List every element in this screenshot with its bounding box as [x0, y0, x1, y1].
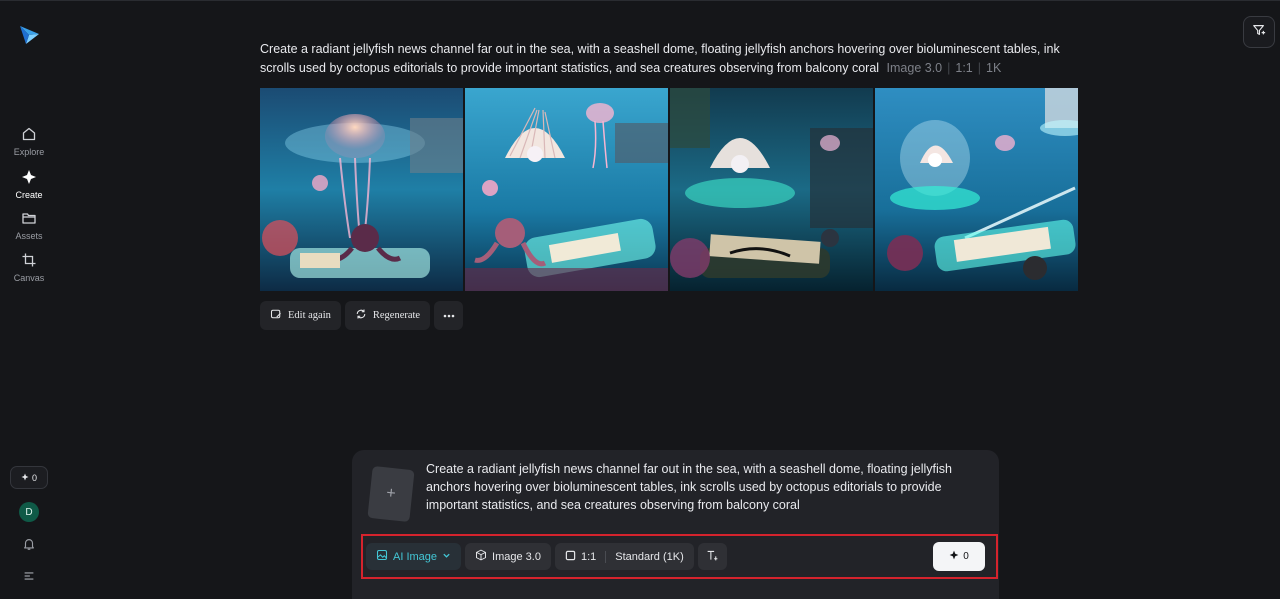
ratio-tag: 1:1 [955, 61, 973, 75]
generated-image[interactable] [465, 88, 668, 291]
sidebar-item-canvas[interactable]: Canvas [0, 251, 58, 283]
bell-icon[interactable] [20, 535, 38, 553]
edit-again-button[interactable]: Edit again [260, 301, 341, 330]
generation-toolbar: AI Image Image 3.0 1:1 Standard (1K) 0 [361, 534, 998, 579]
aspect-quality-selector[interactable]: 1:1 Standard (1K) [554, 543, 694, 570]
plus-icon: + [385, 484, 397, 503]
generate-cost: 0 [963, 551, 969, 562]
ratio-label: 1:1 [580, 550, 597, 563]
upload-reference-button[interactable]: + [367, 465, 415, 523]
generate-button[interactable]: 0 [933, 542, 985, 571]
sidebar-item-label: Assets [15, 231, 43, 241]
more-dots-icon [443, 310, 455, 321]
filter-button[interactable] [1243, 16, 1275, 48]
quality-label: Standard (1K) [615, 550, 684, 563]
sidebar: Explore Create Assets Canvas 0 D [0, 0, 58, 599]
tool-divider [605, 550, 607, 563]
sparkle-icon [20, 168, 38, 186]
mode-label: AI Image [393, 550, 438, 563]
edit-again-label: Edit again [288, 310, 331, 321]
filter-icon [1252, 23, 1266, 42]
sidebar-item-label: Canvas [13, 273, 45, 283]
result-prompt: Create a radiant jellyfish news channel … [260, 40, 1080, 78]
image-mode-icon [376, 549, 388, 564]
text-format-icon [706, 549, 719, 565]
resolution-tag: 1K [986, 61, 1002, 75]
sidebar-item-assets[interactable]: Assets [0, 209, 58, 241]
sidebar-item-explore[interactable]: Explore [0, 125, 58, 157]
logo-icon[interactable] [18, 22, 42, 46]
menu-icon[interactable] [20, 567, 38, 585]
model-selector[interactable]: Image 3.0 [465, 543, 551, 570]
credits-pill[interactable]: 0 [10, 466, 48, 489]
regenerate-button[interactable]: Regenerate [344, 301, 431, 330]
mode-selector[interactable]: AI Image [366, 543, 462, 570]
cube-icon [475, 549, 487, 564]
chevron-down-icon [442, 551, 451, 563]
avatar[interactable]: D [19, 502, 39, 522]
home-icon [20, 125, 38, 143]
generated-image[interactable] [670, 88, 873, 291]
more-options-button[interactable] [434, 301, 464, 330]
sparkle-icon [949, 550, 959, 563]
text-style-button[interactable] [697, 543, 727, 570]
aspect-ratio-icon [565, 550, 576, 564]
meta-divider: | [947, 61, 951, 75]
refresh-icon [355, 308, 367, 323]
sidebar-item-label: Create [15, 190, 43, 200]
credits-count: 0 [31, 472, 37, 483]
sidebar-item-create[interactable]: Create [0, 168, 58, 200]
prompt-composer: + Create a radiant jellyfish news channe… [352, 450, 999, 599]
regenerate-label: Regenerate [372, 310, 421, 321]
result-actions: Edit again Regenerate [260, 301, 464, 330]
generated-image[interactable] [875, 88, 1078, 291]
generated-image[interactable] [260, 88, 463, 291]
image-grid [260, 88, 1078, 291]
sidebar-item-label: Explore [13, 147, 45, 157]
top-divider [0, 0, 1280, 1]
folder-icon [20, 209, 38, 227]
model-label: Image 3.0 [492, 550, 541, 563]
meta-divider: | [977, 61, 982, 75]
sparkle-icon [21, 473, 29, 483]
edit-icon [270, 308, 282, 323]
model-tag: Image 3.0 [886, 61, 943, 75]
prompt-input[interactable]: Create a radiant jellyfish news channel … [426, 460, 982, 514]
crop-icon [20, 251, 38, 269]
